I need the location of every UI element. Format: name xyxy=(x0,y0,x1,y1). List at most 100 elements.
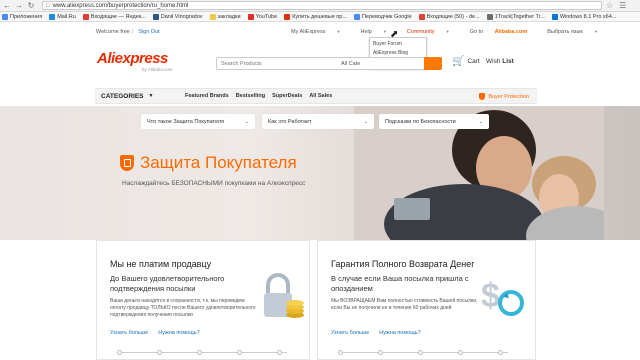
timeline-dot xyxy=(237,350,242,355)
chevron-down-icon: ⌄ xyxy=(363,118,368,125)
timeline-dot xyxy=(498,350,503,355)
shield-icon xyxy=(479,93,486,100)
card-money-back-guarantee: Гарантия Полного Возврата Денег В случае… xyxy=(317,240,536,360)
bookmark-item[interactable]: Приложения xyxy=(2,13,43,20)
category-select[interactable]: All Cate xyxy=(341,61,360,67)
card-body: Мы ВОЗВРАЩАЕМ Вам полностью стоимость Ва… xyxy=(331,298,478,311)
timeline-dot xyxy=(458,350,463,355)
goto-alibaba-link[interactable]: Go to Alibaba.com xyxy=(470,29,538,35)
bookmark-item[interactable]: Входящие — Яндек... xyxy=(82,13,146,20)
search-bar: All Cate xyxy=(216,57,442,70)
bookmark-favicon-icon xyxy=(551,13,558,20)
timeline-dot xyxy=(338,350,343,355)
timeline-track xyxy=(117,350,287,355)
nav-link[interactable]: SuperDeals xyxy=(272,93,302,99)
back-icon[interactable]: ← xyxy=(2,1,12,11)
welcome-text: Welcome free xyxy=(96,29,130,35)
bookmark-item[interactable]: Mail.Ru xyxy=(49,13,76,20)
bookmark-item[interactable]: Входящие (50) - de... xyxy=(418,13,480,20)
need-help-link[interactable]: Нужна помощь? xyxy=(379,330,420,336)
bookmark-label: YouTube xyxy=(255,13,278,20)
page-icon: □ xyxy=(46,2,50,9)
bookmark-favicon-icon xyxy=(486,13,493,20)
need-help-link[interactable]: Нужна помощь? xyxy=(158,330,199,336)
card-body: Ваши деньги находятся в сохранности, т.к… xyxy=(110,298,256,318)
bookmark-label: 1Track|Together Tr... xyxy=(494,13,545,20)
bookmark-item[interactable]: YouTube xyxy=(247,13,278,20)
bookmark-item[interactable]: Переводчик Google xyxy=(353,13,412,20)
community-link[interactable]: Community ▼ xyxy=(407,29,460,35)
top-links: My AliExpress ▼ Help ▼ Community ▼ Go to Al… xyxy=(291,27,618,37)
bookmark-favicon-icon xyxy=(2,13,8,20)
bookmark-item[interactable]: закладки xyxy=(209,13,241,20)
search-input[interactable] xyxy=(217,60,337,67)
reload-icon[interactable]: ↻ xyxy=(26,1,36,11)
browser-menu-icon[interactable]: ☰ xyxy=(619,1,626,10)
bookmark-label: Переводчик Google xyxy=(361,13,412,20)
search-button[interactable] xyxy=(424,57,442,70)
svg-text:$: $ xyxy=(481,277,500,315)
card-links: Узнать больше Нужна помощь? xyxy=(331,330,431,336)
forward-icon[interactable]: → xyxy=(14,1,24,11)
timeline-dot xyxy=(197,350,202,355)
bookmark-label: закладки xyxy=(217,13,241,20)
bookmark-item[interactable]: Купить дешевые пр... xyxy=(284,13,347,20)
bookmark-item[interactable]: Danil Vinogradov xyxy=(152,13,203,20)
cart-link[interactable]: 🛒 Cart xyxy=(452,56,480,67)
nav-links: Featured Brands Bestselling SuperDeals All … xyxy=(185,93,339,99)
url-text: www.aliexpress.com/buyerprotection/ru_ho… xyxy=(52,2,189,9)
logo-text-express: express xyxy=(114,50,169,67)
card-title: Гарантия Полного Возврата Денег xyxy=(331,259,475,269)
tab-how-it-works[interactable]: Как это Работает ⌄ xyxy=(262,114,374,129)
logo-text-ali: Ali xyxy=(97,50,115,67)
community-menu-item[interactable]: Buyer Forum xyxy=(373,40,423,49)
card-lead: В случае если Ваша посылка пришла с опоз… xyxy=(331,274,469,293)
sign-out-link[interactable]: Sign Out xyxy=(138,29,159,35)
bookmark-label: Купить дешевые пр... xyxy=(292,13,347,20)
card-links: Узнать больше Нужна помощь? xyxy=(110,330,210,336)
wish-list-link[interactable]: Wish List xyxy=(486,58,514,65)
chevron-down-icon: ▼ xyxy=(382,29,387,34)
mouse-cursor-icon: ⬈ xyxy=(390,29,399,40)
divider: | xyxy=(131,29,134,35)
learn-more-link[interactable]: Узнать больше xyxy=(331,330,369,336)
bookmarks-bar: Приложения Mail.Ru Входящие — Яндек... Dani… xyxy=(0,12,640,22)
timeline-dot xyxy=(117,350,122,355)
logo-subtitle: by Alibaba.com xyxy=(142,67,173,72)
learn-more-link[interactable]: Узнать больше xyxy=(110,330,148,336)
padlock-coins-icon xyxy=(264,273,304,318)
nav-link[interactable]: Bestselling xyxy=(236,93,265,99)
cart-icon: 🛒 xyxy=(452,56,465,67)
language-selector[interactable]: Выбрать язык ▼ xyxy=(547,29,608,35)
card-no-payment-to-seller: Мы не платим продавцу До Вашего удовлетв… xyxy=(96,240,310,360)
bookmark-label: Danil Vinogradov xyxy=(160,13,203,20)
aliexpress-logo[interactable]: Aliexpress by Alibaba.com xyxy=(97,50,187,74)
bookmark-star-icon[interactable]: ☆ xyxy=(606,1,613,10)
address-bar[interactable]: □ www.aliexpress.com/buyerprotection/ru_… xyxy=(42,1,602,10)
my-aliexpress-link[interactable]: My AliExpress ▼ xyxy=(291,29,351,35)
browser-toolbar: ← → ↻ □ www.aliexpress.com/buyerprotecti… xyxy=(0,0,640,12)
cart-label: Cart xyxy=(467,58,480,65)
bookmark-favicon-icon xyxy=(284,13,291,20)
hero-subtitle: Наслаждайтесь БЕЗОПАСНЫМИ покупками на А… xyxy=(122,180,306,187)
bookmark-favicon-icon xyxy=(247,13,254,20)
chevron-down-icon: ▼ xyxy=(593,29,598,34)
categories-menu[interactable]: CATEGORIES ▼ xyxy=(95,93,179,100)
timeline-dot xyxy=(277,350,282,355)
nav-link[interactable]: All Sales xyxy=(309,93,332,99)
card-lead: До Вашего удовлетворительного подтвержде… xyxy=(110,274,225,293)
bookmark-favicon-icon xyxy=(418,13,425,20)
bookmark-item[interactable]: 1Track|Together Tr... xyxy=(486,13,545,20)
tab-what-is-buyer-protection[interactable]: Что такое Защита Покупателя ⌄ xyxy=(141,114,255,129)
nav-link[interactable]: Featured Brands xyxy=(185,93,229,99)
buyer-protection-link[interactable]: Buyer Protection xyxy=(479,93,529,100)
chevron-down-icon: ▼ xyxy=(336,29,341,34)
bookmark-favicon-icon xyxy=(49,13,56,20)
hero-banner: Что такое Защита Покупателя ⌄ Как это Раб… xyxy=(0,106,640,240)
tab-safety-tips[interactable]: Подсказки по Безопасности ⌄ xyxy=(379,114,489,129)
bookmark-favicon-icon xyxy=(82,13,89,20)
bookmark-label: Приложения xyxy=(10,13,43,20)
bookmark-item[interactable]: Windows 8.1 Pro x64... xyxy=(551,13,616,20)
bookmark-favicon-icon xyxy=(152,13,159,20)
chevron-down-icon: ⌄ xyxy=(478,118,483,125)
